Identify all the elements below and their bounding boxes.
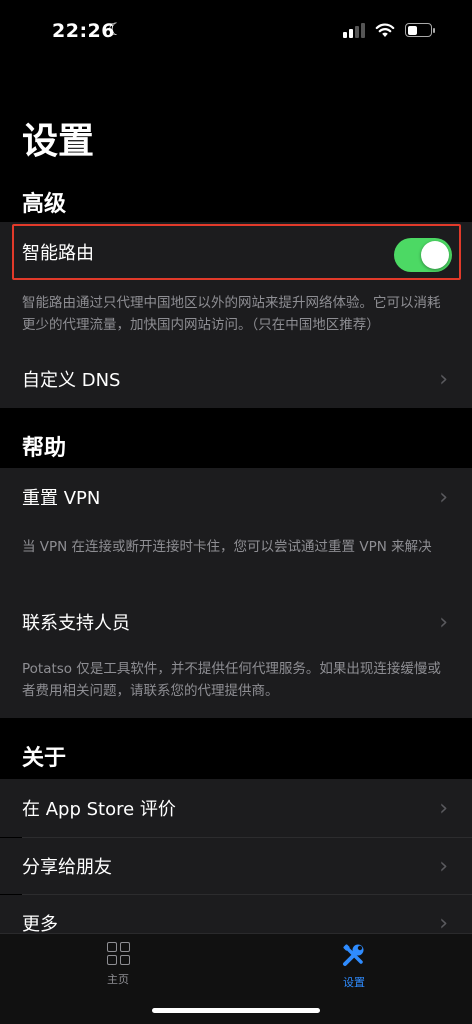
moon-icon: ☾ <box>108 20 124 40</box>
chevron-right-icon: › <box>439 484 448 510</box>
reset-vpn-footnote: 当 VPN 在连接或断开连接时卡住，您可以尝试通过重置 VPN 来解决 <box>0 526 472 594</box>
custom-dns-cell[interactable]: 自定义 DNS › <box>0 350 472 408</box>
share-cell[interactable]: 分享给朋友 › <box>0 838 472 894</box>
contact-support-cell[interactable]: 联系支持人员 › <box>0 594 472 650</box>
highlight-box <box>12 224 461 280</box>
chevron-right-icon: › <box>439 366 448 392</box>
wrench-screwdriver-icon <box>343 944 364 966</box>
status-bar: 22:26 ☾ <box>0 0 472 62</box>
grid-icon <box>106 942 130 965</box>
chevron-right-icon: › <box>439 910 448 936</box>
reset-vpn-label: 重置 VPN <box>22 488 101 509</box>
wifi-icon <box>375 23 395 37</box>
smart-routing-footnote: 智能路由通过只代理中国地区以外的网站来提升网络体验。它可以消耗更少的代理流量，加… <box>0 282 472 350</box>
section-header-advanced: 高级 <box>22 192 67 217</box>
contact-support-footnote: Potatso 仅是工具软件，并不提供任何代理服务。如果出现连接缓慢或者费用相关… <box>0 650 472 718</box>
page-title: 设置 <box>22 121 95 162</box>
tab-settings-label: 设置 <box>343 976 365 989</box>
chevron-right-icon: › <box>439 609 448 635</box>
tab-settings[interactable]: 设置 <box>314 942 394 990</box>
chevron-right-icon: › <box>439 795 448 821</box>
section-header-help: 帮助 <box>22 436 67 461</box>
tab-home-label: 主页 <box>107 973 129 986</box>
reset-vpn-cell[interactable]: 重置 VPN › <box>0 468 472 526</box>
tab-home[interactable]: 主页 <box>78 942 158 987</box>
custom-dns-label: 自定义 DNS <box>22 370 121 391</box>
rate-app-cell[interactable]: 在 App Store 评价 › <box>0 779 472 837</box>
rate-app-label: 在 App Store 评价 <box>22 799 176 820</box>
battery-icon <box>405 23 435 37</box>
status-icons <box>343 22 435 38</box>
status-time: 22:26 <box>52 20 115 42</box>
share-label: 分享给朋友 <box>22 857 112 878</box>
home-indicator <box>152 1008 320 1013</box>
section-header-about: 关于 <box>22 746 67 771</box>
contact-support-label: 联系支持人员 <box>22 613 130 634</box>
cellular-signal-icon <box>343 22 365 38</box>
chevron-right-icon: › <box>439 853 448 879</box>
